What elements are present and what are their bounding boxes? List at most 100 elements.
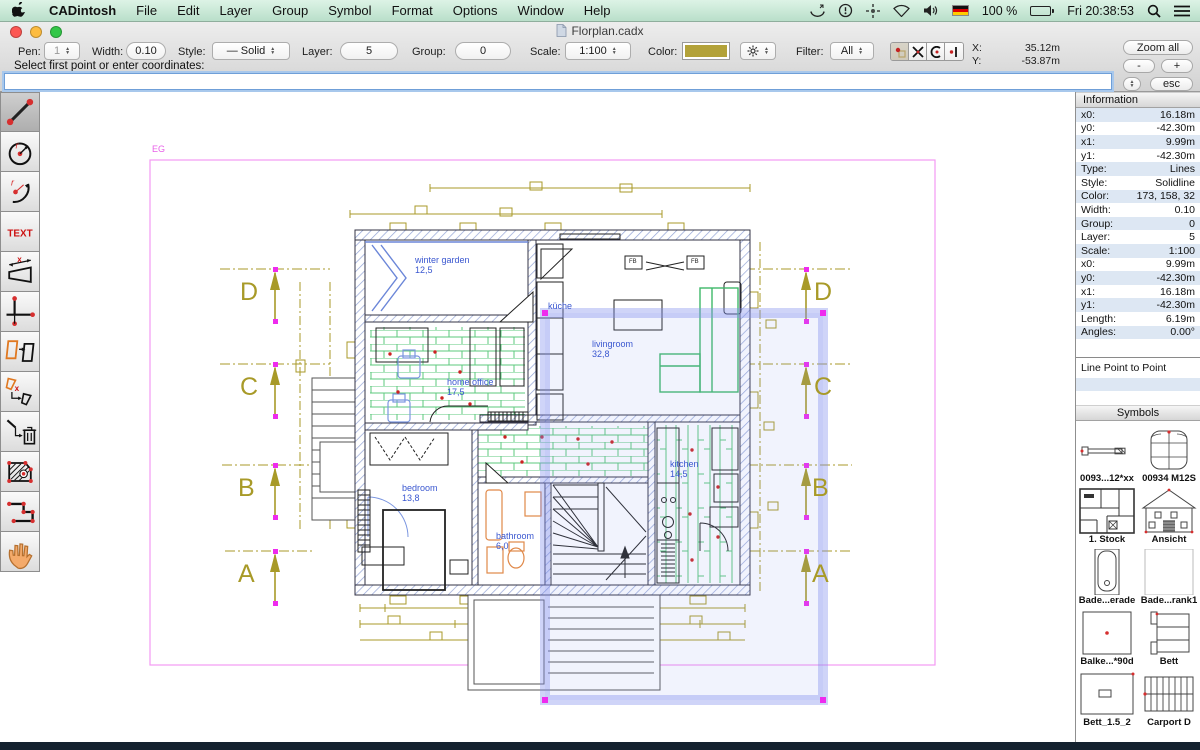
coordinate-input[interactable] xyxy=(4,73,1112,90)
settings-dropdown[interactable]: ▲▼ xyxy=(740,42,776,60)
bolt-symbol-thumbnail xyxy=(1079,427,1135,473)
menu-group[interactable]: Group xyxy=(262,3,318,18)
pan-tool[interactable] xyxy=(0,532,40,572)
width-label: Width: xyxy=(92,46,123,58)
filter-dropdown[interactable]: All▲▼ xyxy=(830,42,874,60)
hatch-tool[interactable] xyxy=(0,452,40,492)
symbol-item[interactable]: 00934 M12S xyxy=(1138,427,1200,484)
svg-text:x: x xyxy=(17,255,22,264)
group-label: Group: xyxy=(412,46,446,58)
delete-tool-icon xyxy=(2,414,38,450)
scale-dropdown[interactable]: 1:100▲▼ xyxy=(565,42,631,60)
info-row: Angles:0.00° xyxy=(1076,326,1200,340)
apple-menu[interactable] xyxy=(0,2,39,20)
battery-icon[interactable] xyxy=(1030,6,1054,16)
text-tool[interactable]: TEXT xyxy=(0,212,40,252)
style-dropdown[interactable]: — Solid▲▼ xyxy=(212,42,290,60)
ortho-line-tool[interactable] xyxy=(0,292,40,332)
menu-file[interactable]: File xyxy=(126,3,167,18)
history-stepper[interactable]: ▲▼ xyxy=(1123,77,1141,91)
floorplan-symbol-thumbnail xyxy=(1079,488,1135,534)
symbols-panel-header[interactable]: Symbols xyxy=(1076,405,1200,421)
menu-edit[interactable]: Edit xyxy=(167,3,209,18)
info-row: y0:-42.30m xyxy=(1076,271,1200,285)
info-row: Group:0 xyxy=(1076,217,1200,231)
information-panel-header[interactable]: Information xyxy=(1076,92,1200,108)
menu-window[interactable]: Window xyxy=(508,3,574,18)
info-row: y1:-42.30m xyxy=(1076,298,1200,312)
symbol-item[interactable]: Bett_1.5_2 xyxy=(1076,671,1138,728)
info-row: x1:16.18m xyxy=(1076,285,1200,299)
esc-button[interactable]: esc xyxy=(1150,77,1193,91)
symbols-grid: 0093...12*xx 00934 M12S 1. Stock Ansicht… xyxy=(1076,421,1200,728)
info-row: x1:9.99m xyxy=(1076,135,1200,149)
side-panel: Information x0:16.18m y0:-42.30m x1:9.99… xyxy=(1075,92,1200,750)
window-chrome: Florplan.cadx Pen: 1▲▼ Width: 0.10 Style… xyxy=(0,22,1200,92)
svg-text:TEXT: TEXT xyxy=(7,228,32,239)
circle-tool[interactable]: r xyxy=(0,132,40,172)
drawing-canvas[interactable]: EG D C B A D C B A winter garden12,5 küc… xyxy=(0,92,1075,750)
document-icon xyxy=(556,24,567,37)
zoom-out-button[interactable]: - xyxy=(1123,59,1155,73)
info-row: Scale:1:100 xyxy=(1076,244,1200,258)
change-pen-tool-icon: x xyxy=(2,374,38,410)
polyline-tool[interactable] xyxy=(0,492,40,532)
menubar-clock[interactable]: Fri 20:38:53 xyxy=(1067,4,1134,18)
snap-grid-button[interactable] xyxy=(891,43,909,60)
snap-endpoint-button[interactable] xyxy=(945,43,963,60)
pen-stepper[interactable]: 1▲▼ xyxy=(44,42,80,60)
fb-marker-1: FB xyxy=(629,259,637,265)
symbol-item[interactable]: Carport D xyxy=(1138,671,1200,728)
layer-field[interactable]: 5 xyxy=(340,42,398,60)
menu-options[interactable]: Options xyxy=(443,3,508,18)
symbol-item[interactable]: Balke...*90d xyxy=(1076,610,1138,667)
width-field[interactable]: 0.10 xyxy=(126,42,166,60)
sync-status-icon[interactable] xyxy=(838,3,853,18)
menu-symbol[interactable]: Symbol xyxy=(318,3,381,18)
grid-letter-a-right: A xyxy=(812,560,829,589)
snap-center-button[interactable] xyxy=(927,43,945,60)
delete-tool[interactable] xyxy=(0,412,40,452)
line-tool[interactable] xyxy=(0,92,40,132)
snap-intersection-button[interactable] xyxy=(909,43,927,60)
wifi-icon[interactable] xyxy=(893,4,910,17)
copy-tool[interactable] xyxy=(0,332,40,372)
scale-label: Scale: xyxy=(530,46,561,58)
arc-tool[interactable]: r xyxy=(0,172,40,212)
selection-overlay[interactable] xyxy=(545,313,823,700)
zoom-all-button[interactable]: Zoom all xyxy=(1123,40,1193,55)
group-field[interactable]: 0 xyxy=(455,42,511,60)
style-label: Style: xyxy=(178,46,206,58)
phone-icon[interactable] xyxy=(810,4,825,18)
german-flag-input-icon[interactable] xyxy=(952,5,969,16)
volume-icon[interactable] xyxy=(923,4,939,17)
bed-2-symbol-thumbnail xyxy=(1079,671,1135,717)
floorplan-drawing xyxy=(0,92,1075,750)
cursor-x-label: X: xyxy=(972,42,982,55)
color-swatch[interactable] xyxy=(682,42,730,60)
notification-center-icon[interactable] xyxy=(1174,5,1190,17)
change-pen-tool[interactable]: x xyxy=(0,372,40,412)
layer-label: Layer: xyxy=(302,46,333,58)
ortho-line-tool-icon xyxy=(2,294,38,330)
zoom-in-button[interactable]: + xyxy=(1161,59,1193,73)
info-row: y0:-42.30m xyxy=(1076,122,1200,136)
menu-app[interactable]: CADintosh xyxy=(39,3,126,18)
symbol-item[interactable]: Ansicht xyxy=(1138,488,1200,545)
grid-letter-d-left: D xyxy=(240,278,258,307)
menu-layer[interactable]: Layer xyxy=(210,3,263,18)
menu-format[interactable]: Format xyxy=(382,3,443,18)
text-tool-icon: TEXT xyxy=(2,214,38,250)
symbol-item[interactable]: Bade...rank1 xyxy=(1138,549,1200,606)
spotlight-search-icon[interactable] xyxy=(1147,4,1161,18)
title-bar[interactable]: Florplan.cadx xyxy=(0,22,1200,40)
location-icon[interactable] xyxy=(866,4,880,18)
cursor-y-label: Y: xyxy=(972,55,981,68)
symbol-item[interactable]: Bade...erade xyxy=(1076,549,1138,606)
symbol-item[interactable]: 0093...12*xx xyxy=(1076,427,1138,484)
dimension-tool[interactable]: x xyxy=(0,252,40,292)
menu-help[interactable]: Help xyxy=(574,3,621,18)
beam-symbol-thumbnail xyxy=(1081,610,1133,656)
symbol-item[interactable]: Bett xyxy=(1138,610,1200,667)
symbol-item[interactable]: 1. Stock xyxy=(1076,488,1138,545)
